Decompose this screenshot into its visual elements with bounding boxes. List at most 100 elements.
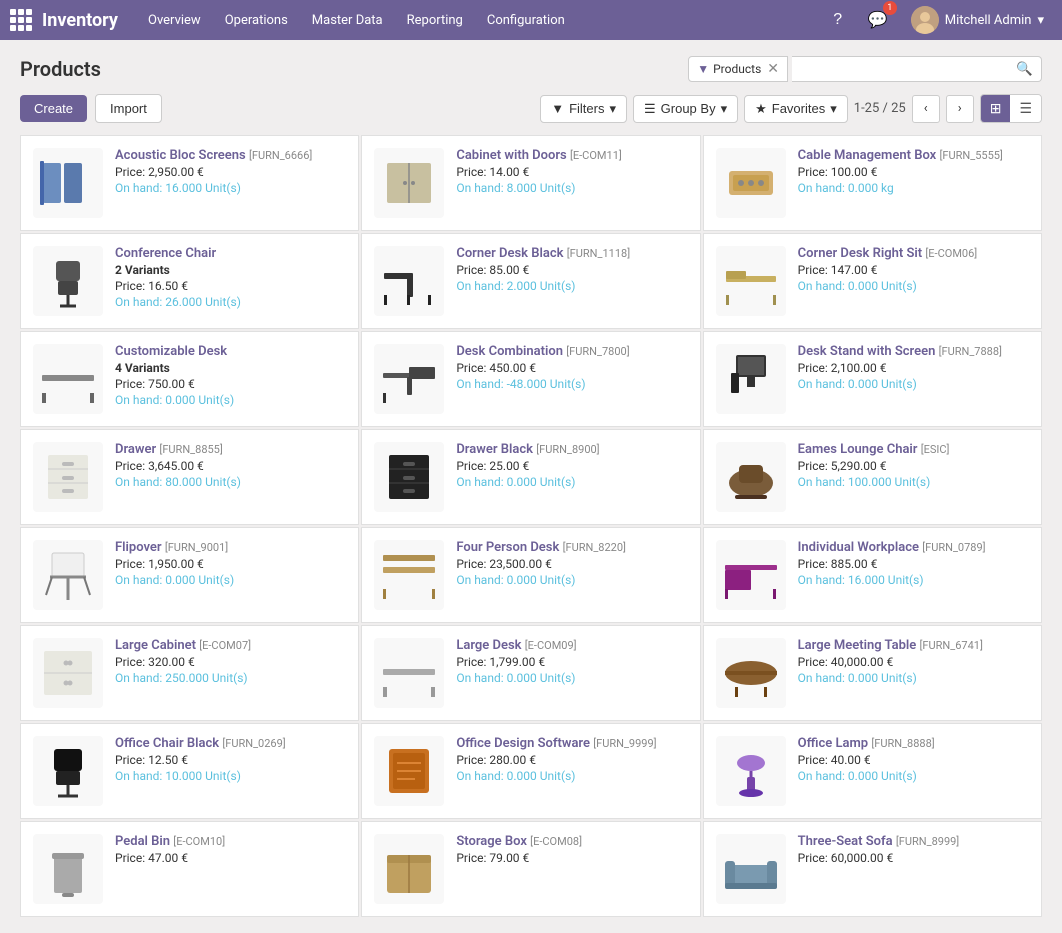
product-card[interactable]: Office Design Software [FURN_9999] Price… — [361, 723, 700, 819]
nav-reporting[interactable]: Reporting — [397, 7, 473, 34]
product-card[interactable]: Large Desk [E-COM09] Price: 1,799.00 € O… — [361, 625, 700, 721]
avatar — [911, 6, 939, 34]
product-card[interactable]: Desk Combination [FURN_7800] Price: 450.… — [361, 331, 700, 427]
product-ref: [FURN_8855] — [159, 443, 222, 456]
view-grid-button[interactable]: ⊞ — [981, 95, 1011, 122]
view-list-button[interactable]: ☰ — [1010, 95, 1041, 122]
products-grid: Acoustic Bloc Screens [FURN_6666] Price:… — [20, 135, 1042, 917]
product-price: Price: 885.00 € — [798, 557, 1029, 571]
product-card[interactable]: Customizable Desk 4 Variants Price: 750.… — [20, 331, 359, 427]
navbar: Inventory Overview Operations Master Dat… — [0, 0, 1062, 40]
product-card[interactable]: Cabinet with Doors [E-COM11] Price: 14.0… — [361, 135, 700, 231]
product-card[interactable]: Drawer Black [FURN_8900] Price: 25.00 € … — [361, 429, 700, 525]
favorites-button[interactable]: ★ Favorites ▾ — [744, 95, 848, 123]
user-menu[interactable]: Mitchell Admin ▾ — [903, 2, 1052, 38]
product-ref: [FURN_6741] — [920, 639, 983, 652]
product-ref: [FURN_9999] — [593, 737, 656, 750]
product-onhand: On hand: 0.000 Unit(s) — [798, 671, 1029, 685]
pagination-prev[interactable]: ‹ — [912, 95, 940, 123]
nav-overview[interactable]: Overview — [138, 7, 211, 34]
product-ref: [FURN_6666] — [249, 149, 312, 162]
product-onhand: On hand: 0.000 Unit(s) — [456, 475, 687, 489]
product-info: Individual Workplace [FURN_0789] Price: … — [798, 540, 1029, 587]
product-card[interactable]: Corner Desk Black [FURN_1118] Price: 85.… — [361, 233, 700, 329]
product-card[interactable]: Acoustic Bloc Screens [FURN_6666] Price:… — [20, 135, 359, 231]
product-price: Price: 14.00 € — [456, 165, 687, 179]
product-ref: [FURN_1118] — [567, 247, 630, 260]
favorites-chevron: ▾ — [830, 101, 837, 117]
search-tag-close[interactable]: ✕ — [767, 61, 779, 77]
product-info: Large Desk [E-COM09] Price: 1,799.00 € O… — [456, 638, 687, 685]
groupby-chevron: ▾ — [721, 101, 728, 117]
product-card[interactable]: Large Meeting Table [FURN_6741] Price: 4… — [703, 625, 1042, 721]
product-price: Price: 5,290.00 € — [798, 459, 1029, 473]
nav-configuration[interactable]: Configuration — [477, 7, 575, 34]
product-card[interactable]: Conference Chair 2 Variants Price: 16.50… — [20, 233, 359, 329]
app-brand[interactable]: Inventory — [42, 10, 118, 31]
search-input[interactable] — [800, 62, 1016, 77]
search-tag-label: Products — [713, 62, 761, 76]
groupby-icon: ☰ — [644, 101, 656, 117]
product-info: Large Cabinet [E-COM07] Price: 320.00 € … — [115, 638, 346, 685]
product-price: Price: 47.00 € — [115, 851, 346, 865]
search-area: ▼ Products ✕ 🔍 — [688, 56, 1042, 82]
product-ref: [FURN_7888] — [939, 345, 1002, 358]
pagination-next[interactable]: › — [946, 95, 974, 123]
product-image — [33, 540, 103, 610]
product-card[interactable]: Office Lamp [FURN_8888] Price: 40.00 € O… — [703, 723, 1042, 819]
import-button[interactable]: Import — [95, 94, 162, 123]
product-name: Drawer [FURN_8855] — [115, 442, 346, 457]
product-card[interactable]: Flipover [FURN_9001] Price: 1,950.00 € O… — [20, 527, 359, 623]
product-card[interactable]: Corner Desk Right Sit [E-COM06] Price: 1… — [703, 233, 1042, 329]
product-name: Corner Desk Right Sit [E-COM06] — [798, 246, 1029, 261]
product-name: Office Lamp [FURN_8888] — [798, 736, 1029, 751]
product-card[interactable]: Four Person Desk [FURN_8220] Price: 23,5… — [361, 527, 700, 623]
product-variants: 2 Variants — [115, 263, 346, 277]
product-name: Cable Management Box [FURN_5555] — [798, 148, 1029, 163]
product-card[interactable]: Office Chair Black [FURN_0269] Price: 12… — [20, 723, 359, 819]
toolbar: Create Import ▼ Filters ▾ ☰ Group By ▾ ★… — [20, 94, 1042, 123]
product-price: Price: 280.00 € — [456, 753, 687, 767]
product-ref: [E-COM07] — [199, 639, 251, 652]
chat-button[interactable]: 💬 1 — [863, 5, 893, 35]
product-image — [33, 344, 103, 414]
product-onhand: On hand: 26.000 Unit(s) — [115, 295, 346, 309]
product-price: Price: 60,000.00 € — [798, 851, 1029, 865]
help-icon[interactable]: ? — [823, 5, 853, 35]
search-filter-tag[interactable]: ▼ Products ✕ — [688, 56, 788, 82]
product-card[interactable]: Pedal Bin [E-COM10] Price: 47.00 € — [20, 821, 359, 917]
product-image — [33, 442, 103, 512]
product-card[interactable]: Individual Workplace [FURN_0789] Price: … — [703, 527, 1042, 623]
product-card[interactable]: Large Cabinet [E-COM07] Price: 320.00 € … — [20, 625, 359, 721]
product-card[interactable]: Desk Stand with Screen [FURN_7888] Price… — [703, 331, 1042, 427]
product-price: Price: 100.00 € — [798, 165, 1029, 179]
product-card[interactable]: Drawer [FURN_8855] Price: 3,645.00 € On … — [20, 429, 359, 525]
filter-icon: ▼ — [697, 62, 709, 76]
filters-button[interactable]: ▼ Filters ▾ — [540, 95, 627, 123]
product-onhand: On hand: 250.000 Unit(s) — [115, 671, 346, 685]
product-name: Large Cabinet [E-COM07] — [115, 638, 346, 653]
product-name: Customizable Desk — [115, 344, 346, 359]
product-ref: [E-COM11] — [570, 149, 622, 162]
nav-operations[interactable]: Operations — [215, 7, 298, 34]
search-button[interactable]: 🔍 — [1016, 61, 1033, 77]
create-button[interactable]: Create — [20, 95, 87, 122]
product-card[interactable]: Storage Box [E-COM08] Price: 79.00 € — [361, 821, 700, 917]
product-info: Eames Lounge Chair [ESIC] Price: 5,290.0… — [798, 442, 1029, 489]
nav-master-data[interactable]: Master Data — [302, 7, 393, 34]
app-grid-icon[interactable] — [10, 9, 32, 31]
product-price: Price: 450.00 € — [456, 361, 687, 375]
product-onhand: On hand: 0.000 Unit(s) — [456, 671, 687, 685]
product-card[interactable]: Cable Management Box [FURN_5555] Price: … — [703, 135, 1042, 231]
product-card[interactable]: Eames Lounge Chair [ESIC] Price: 5,290.0… — [703, 429, 1042, 525]
product-price: Price: 2,100.00 € — [798, 361, 1029, 375]
product-info: Acoustic Bloc Screens [FURN_6666] Price:… — [115, 148, 346, 195]
product-card[interactable]: Three-Seat Sofa [FURN_8999] Price: 60,00… — [703, 821, 1042, 917]
product-image — [716, 344, 786, 414]
main-nav: Overview Operations Master Data Reportin… — [138, 7, 823, 34]
product-ref: [FURN_8888] — [871, 737, 934, 750]
product-info: Four Person Desk [FURN_8220] Price: 23,5… — [456, 540, 687, 587]
product-onhand: On hand: 10.000 Unit(s) — [115, 769, 346, 783]
product-info: Desk Stand with Screen [FURN_7888] Price… — [798, 344, 1029, 391]
groupby-button[interactable]: ☰ Group By ▾ — [633, 95, 738, 123]
